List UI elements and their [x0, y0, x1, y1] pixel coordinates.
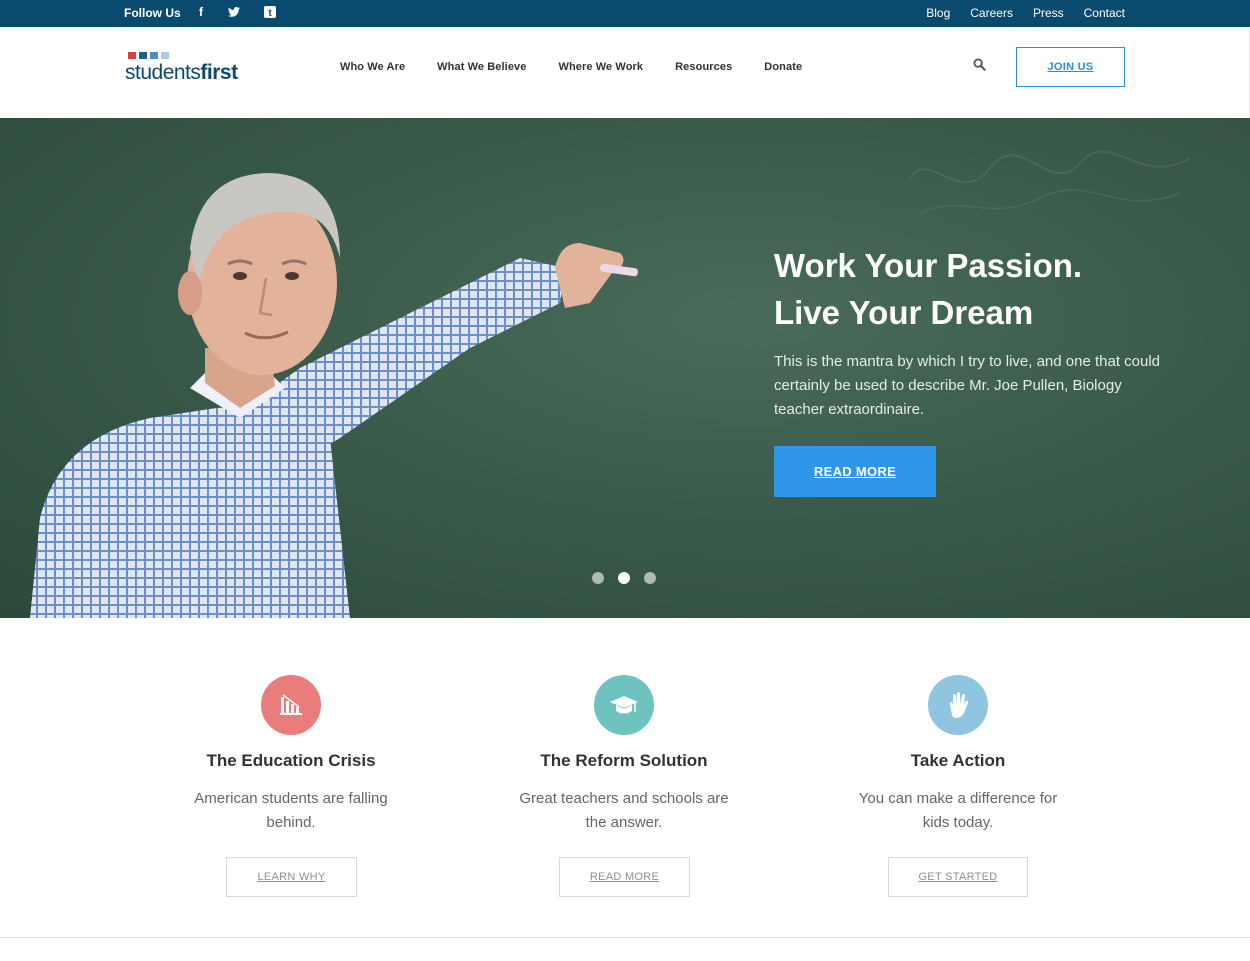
- nav-who-we-are[interactable]: Who We Are: [340, 61, 405, 73]
- nav-donate[interactable]: Donate: [764, 61, 802, 73]
- nav-what-we-believe[interactable]: What We Believe: [437, 61, 526, 73]
- hero-title-line-2: Live Your Dream: [774, 294, 1034, 331]
- graduation-cap-icon: [594, 675, 654, 735]
- logo-wordmark: studentsfirst: [125, 61, 238, 84]
- main-nav: Who We Are What We Believe Where We Work…: [340, 61, 834, 73]
- logo-square-light: [161, 52, 169, 59]
- nav-resources[interactable]: Resources: [675, 61, 732, 73]
- chart-decline-icon: [261, 675, 321, 735]
- slide-dot-2-active[interactable]: [618, 572, 630, 584]
- raised-hand-icon: [928, 675, 988, 735]
- features-section: The Education Crisis American students a…: [0, 618, 1250, 938]
- hero-title: Work Your Passion. Live Your Dream: [774, 242, 1082, 336]
- press-link[interactable]: Press: [1033, 6, 1064, 20]
- teacher-photo: [30, 173, 638, 618]
- learn-why-button[interactable]: LEARN WHY: [226, 857, 357, 897]
- feature-title: The Reform Solution: [540, 751, 708, 770]
- hero-read-more-button[interactable]: READ MORE: [774, 446, 936, 497]
- get-started-button[interactable]: GET STARTED: [888, 857, 1028, 897]
- logo-square-navy: [139, 52, 147, 59]
- search-icon[interactable]: [973, 58, 987, 72]
- read-more-button[interactable]: READ MORE: [559, 857, 690, 897]
- slide-dot-1[interactable]: [592, 572, 604, 584]
- hero-slider: Work Your Passion. Live Your Dream This …: [0, 118, 1250, 618]
- feature-text: Great teachers and schools are the answe…: [519, 790, 729, 831]
- top-bar: Follow Us f t Blog Careers Press Contact: [0, 0, 1250, 27]
- contact-link[interactable]: Contact: [1084, 6, 1125, 20]
- blog-link[interactable]: Blog: [926, 6, 950, 20]
- slider-dots: [592, 572, 656, 584]
- feature-text: American students are falling behind.: [194, 790, 388, 831]
- site-header: studentsfirst Who We Are What We Believe…: [0, 27, 1250, 118]
- twitter-icon[interactable]: [227, 4, 241, 20]
- careers-link[interactable]: Careers: [970, 6, 1013, 20]
- logo-square-blue: [150, 52, 158, 59]
- hero-description: This is the mantra by which I try to liv…: [774, 353, 1161, 418]
- nav-where-we-work[interactable]: Where We Work: [559, 61, 644, 73]
- utility-links: Blog Careers Press Contact: [926, 6, 1125, 20]
- feature-text: You can make a difference for kids today…: [858, 790, 1058, 831]
- logo[interactable]: studentsfirst: [125, 52, 275, 92]
- follow-us-label: Follow Us: [124, 6, 181, 20]
- join-us-button[interactable]: JOIN US: [1016, 47, 1125, 87]
- tumblr-icon[interactable]: t: [263, 4, 277, 20]
- feature-title: Take Action: [910, 751, 1006, 770]
- facebook-icon[interactable]: f: [194, 4, 208, 20]
- logo-square-red: [128, 52, 136, 59]
- chalk-scribbles: [909, 150, 1191, 214]
- hero-title-line-1: Work Your Passion.: [774, 247, 1083, 284]
- feature-title: The Education Crisis: [206, 751, 376, 770]
- slide-dot-3[interactable]: [644, 572, 656, 584]
